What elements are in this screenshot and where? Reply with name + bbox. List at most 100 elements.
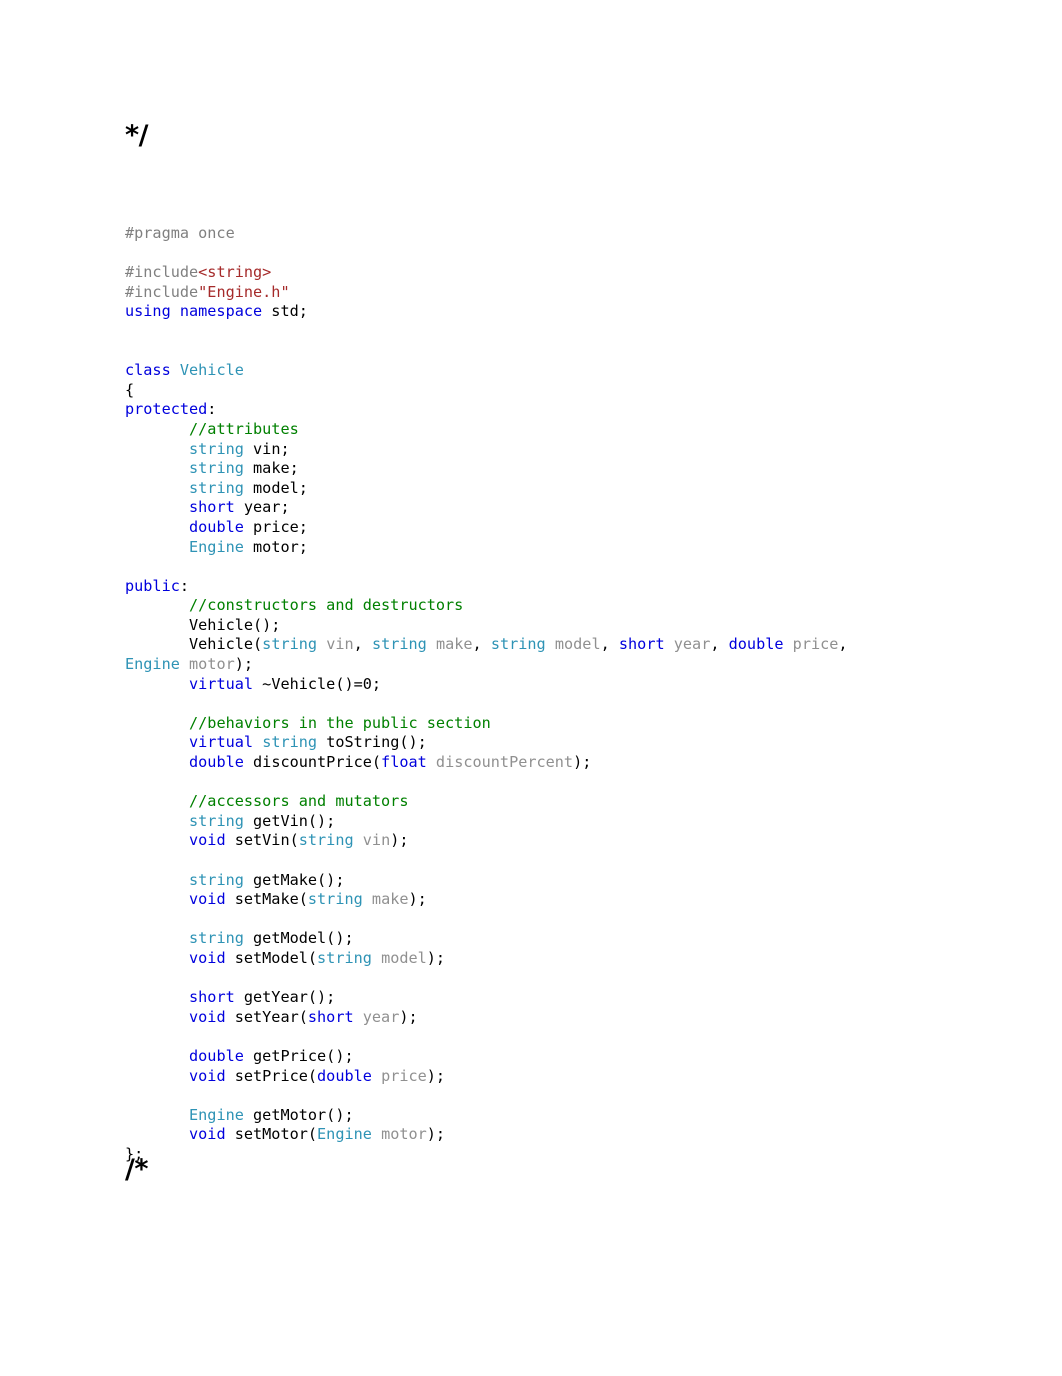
code-token-pln <box>546 635 555 653</box>
code-token-pln: ); <box>426 1125 446 1144</box>
code-token-typ: string <box>189 439 244 458</box>
source-code-block: #pragma once #include<string> #include"En… <box>125 224 1025 1165</box>
code-line: virtual string toString(); <box>125 733 1025 753</box>
code-line: public: <box>125 577 1025 597</box>
code-token-pln: getMake(); <box>243 870 345 889</box>
code-line: Vehicle(); <box>125 616 1025 636</box>
code-line: Vehicle(string vin, string make, string … <box>125 635 1025 674</box>
code-token-pln: getVin(); <box>243 811 336 830</box>
code-token-par: year <box>673 635 711 654</box>
code-token-kw: short <box>307 1007 354 1026</box>
code-token-par: model <box>554 635 601 654</box>
code-token-pln <box>125 1106 189 1124</box>
code-token-pln: , <box>838 635 857 654</box>
code-token-kw: double <box>189 753 244 772</box>
code-token-pln: make; <box>243 459 299 478</box>
code-token-par: price <box>381 1066 427 1085</box>
code-token-typ: Engine <box>189 537 244 556</box>
code-token-kw: double <box>189 1046 244 1065</box>
code-token-pln: ); <box>426 948 446 967</box>
code-token-kw: double <box>189 517 244 536</box>
code-token-kw: protected <box>125 400 208 419</box>
code-token-pln <box>125 459 189 477</box>
code-line: { <box>125 381 1025 401</box>
code-token-pln <box>125 714 189 732</box>
code-token-kw: double <box>317 1066 372 1085</box>
code-token-pln <box>354 831 363 849</box>
code-token-kw: float <box>381 753 427 772</box>
code-token-pln: discountPrice( <box>243 753 382 772</box>
code-token-pln <box>125 929 189 947</box>
code-token-kw: class <box>125 361 171 380</box>
code-token-pln: , <box>710 635 729 654</box>
code-token-pln <box>372 1067 381 1085</box>
code-token-kw: public <box>125 576 180 595</box>
code-token-pln <box>253 733 262 751</box>
code-token-typ: Engine <box>317 1125 372 1144</box>
code-token-par: year <box>362 1007 400 1026</box>
code-token-pln: , <box>353 635 372 654</box>
code-token-kw: virtual <box>189 674 254 693</box>
code-token-pln <box>125 1008 189 1026</box>
code-token-pln: getYear(); <box>234 988 336 1007</box>
code-line: #pragma once <box>125 224 1025 244</box>
code-token-pln: setMake( <box>225 890 308 909</box>
code-token-pln: year; <box>234 498 290 517</box>
code-token-pln: ); <box>426 1066 446 1085</box>
code-token-pln: ); <box>234 655 254 674</box>
code-line: void setVin(string vin); <box>125 831 1025 851</box>
code-token-pln <box>125 792 189 810</box>
code-line: virtual ~Vehicle()=0; <box>125 675 1025 695</box>
code-line: protected: <box>125 400 1025 420</box>
code-token-pln <box>125 616 189 634</box>
code-token-typ: string <box>189 870 244 889</box>
code-token-pln: getPrice(); <box>243 1046 354 1065</box>
code-line: #include"Engine.h" <box>125 283 1025 303</box>
code-token-pln: , <box>472 635 491 654</box>
document-page: */ #pragma once #include<string> #include… <box>0 0 1062 1376</box>
comment-block-start-delimiter: /* <box>125 1154 148 1185</box>
code-line: double getPrice(); <box>125 1047 1025 1067</box>
code-token-pre: #include <box>125 263 199 282</box>
code-token-kw: virtual <box>189 733 254 752</box>
code-line: #include<string> <box>125 263 1025 283</box>
code-token-cmt: //constructors and destructors <box>189 596 464 615</box>
code-token-pln <box>125 479 189 497</box>
code-token-pln: : <box>179 576 190 595</box>
code-token-pln <box>125 831 189 849</box>
code-token-par: make <box>371 890 409 909</box>
code-token-pln: Vehicle(); <box>189 615 281 634</box>
code-token-pln <box>125 596 189 614</box>
code-token-pln <box>363 890 372 908</box>
code-token-kw: using namespace <box>125 302 263 321</box>
code-token-pln: getModel(); <box>243 929 354 948</box>
code-token-pln <box>125 871 189 889</box>
code-line: using namespace std; <box>125 302 1025 322</box>
code-token-pln <box>125 420 189 438</box>
code-token-pln <box>125 498 189 516</box>
code-token-pln: setVin( <box>225 831 299 850</box>
code-token-typ: string <box>490 635 546 654</box>
code-line: double discountPrice(float discountPerce… <box>125 753 1025 773</box>
code-token-par: discountPercent <box>435 753 574 772</box>
code-line: }; <box>125 1145 1025 1165</box>
code-token-par: motor <box>189 655 235 674</box>
code-token-pre: #include <box>125 282 199 301</box>
code-token-typ: string <box>189 478 244 497</box>
code-token-pln <box>125 812 189 830</box>
code-line: string vin; <box>125 440 1025 460</box>
code-token-par: vin <box>362 831 391 850</box>
code-token-pln <box>665 635 674 653</box>
code-token-pre: #pragma once <box>125 224 235 242</box>
code-line: class Vehicle <box>125 361 1025 381</box>
code-token-kw: short <box>618 635 665 654</box>
code-token-pln <box>125 949 189 967</box>
code-token-pln <box>784 635 793 653</box>
code-line: //attributes <box>125 420 1025 440</box>
code-token-pln <box>125 1125 189 1143</box>
code-token-pln <box>125 753 189 771</box>
